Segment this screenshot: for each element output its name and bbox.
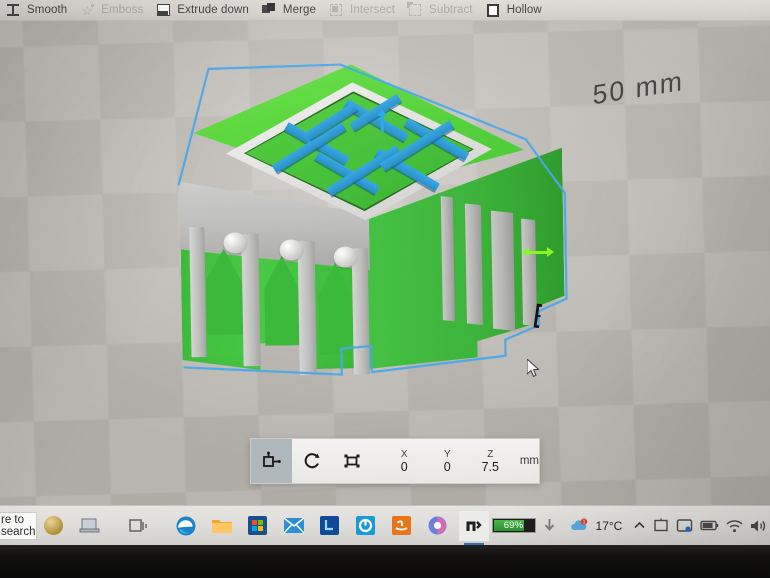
- toolbar-item-hollow[interactable]: Hollow: [480, 0, 549, 21]
- move-icon: [263, 451, 282, 467]
- rotate-tool-button[interactable]: [292, 439, 333, 483]
- gothic-building-model[interactable]: [162, 42, 588, 379]
- subtract-icon: [407, 2, 422, 17]
- units-label: mm: [519, 455, 539, 467]
- copilot-icon[interactable]: [423, 511, 453, 541]
- toolbar-label-smooth: Smooth: [27, 4, 68, 16]
- lightroom-icon[interactable]: [315, 511, 345, 541]
- toolbar-label-emboss: Emboss: [101, 4, 144, 16]
- edge-icon[interactable]: [171, 511, 201, 541]
- print-progress-value: 69%: [503, 520, 524, 531]
- axis-y-value[interactable]: 0: [430, 460, 465, 474]
- download-arrow-icon[interactable]: [543, 518, 556, 534]
- chevron-up-icon[interactable]: [633, 519, 646, 532]
- toolbar-label-merge: Merge: [282, 4, 317, 16]
- toolbar-item-subtract[interactable]: Subtract: [402, 0, 480, 21]
- scale-icon: [344, 454, 360, 468]
- toolbar-label-subtract: Subtract: [429, 4, 473, 16]
- laptop-bezel: [0, 545, 770, 578]
- rotate-icon: [304, 453, 320, 469]
- smooth-icon: [6, 3, 20, 17]
- battery-icon[interactable]: [700, 519, 719, 532]
- svg-text:1: 1: [582, 519, 585, 525]
- axis-y-label: Y: [443, 448, 451, 460]
- toolbar-item-merge[interactable]: Merge: [256, 0, 323, 21]
- volume-icon[interactable]: [750, 519, 767, 533]
- selection-outline: [177, 63, 568, 376]
- wifi-icon[interactable]: [726, 519, 743, 533]
- laptop-icon[interactable]: [75, 511, 105, 541]
- axis-z[interactable]: Z 7.5: [473, 449, 508, 474]
- hollow-icon: [486, 3, 500, 17]
- axis-z-label: Z: [487, 448, 494, 460]
- cortana-icon[interactable]: [39, 511, 69, 541]
- system-tray: 69% 1 17°C: [491, 517, 770, 534]
- mouse-cursor: [527, 359, 540, 378]
- weather-icon[interactable]: 1: [569, 517, 589, 534]
- axis-y[interactable]: Y 0: [430, 449, 465, 474]
- windows-taskbar: re to search 69% 1 17°C: [0, 505, 770, 546]
- axis-x-value[interactable]: 0: [387, 460, 422, 474]
- transform-panel[interactable]: X 0 Y 0 Z 7.5 mm: [250, 438, 540, 484]
- temperature-label: 17°C: [595, 518, 623, 533]
- toolbar-item-smooth[interactable]: Smooth: [0, 0, 74, 21]
- screen-cast-icon[interactable]: [676, 518, 693, 533]
- move-tool-button[interactable]: [251, 439, 292, 483]
- merge-icon: [261, 3, 276, 17]
- onedrive-icon[interactable]: [653, 518, 669, 533]
- task-view-icon[interactable]: [124, 511, 154, 541]
- edit-toolbar: Smooth ☆ Emboss Extrude down Merge Inter…: [0, 0, 770, 21]
- toolbar-label-intersect: Intersect: [350, 4, 396, 16]
- toolbar-item-extrude-down[interactable]: Extrude down: [150, 0, 256, 21]
- print-progress-badge[interactable]: 69%: [491, 518, 536, 533]
- amazon-icon[interactable]: [387, 511, 417, 541]
- axis-z-value[interactable]: 7.5: [473, 460, 508, 474]
- mail-icon[interactable]: [279, 511, 309, 541]
- 3d-builder-icon[interactable]: [458, 510, 489, 546]
- axis-x-label: X: [400, 448, 408, 460]
- z-axis-handle[interactable]: [377, 109, 387, 133]
- extrude-down-icon: [156, 3, 170, 17]
- toolbar-label-extrude-down: Extrude down: [177, 4, 249, 16]
- x-axis-handle[interactable]: [522, 246, 554, 258]
- toolbar-item-emboss[interactable]: ☆ Emboss: [74, 0, 150, 21]
- file-explorer-icon[interactable]: [207, 511, 237, 541]
- laptop-screen-photo: Smooth ☆ Emboss Extrude down Merge Inter…: [0, 0, 770, 578]
- intersect-icon: [329, 3, 343, 17]
- toolbar-item-intersect[interactable]: Intersect: [323, 0, 402, 21]
- scale-tool-button[interactable]: [332, 439, 373, 483]
- emboss-star-icon: ☆: [81, 2, 95, 18]
- teams-icon[interactable]: [351, 511, 381, 541]
- toolbar-label-hollow: Hollow: [506, 4, 542, 16]
- 3d-viewport[interactable]: 50 mm ⁅: [0, 21, 770, 505]
- search-placeholder: re to search: [1, 513, 36, 538]
- axis-x[interactable]: X 0: [387, 449, 422, 474]
- search-box[interactable]: re to search: [0, 511, 37, 540]
- microsoft-store-icon[interactable]: [243, 511, 273, 541]
